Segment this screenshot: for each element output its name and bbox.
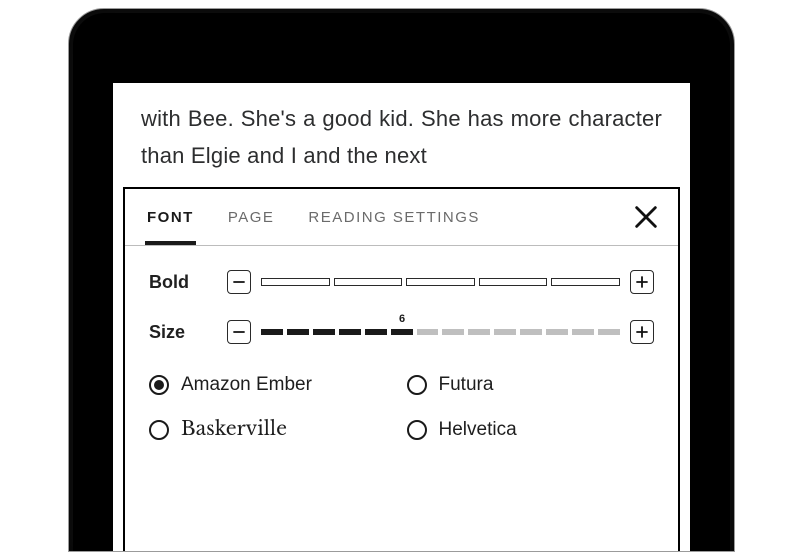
bold-slider-segment	[406, 278, 475, 286]
book-page-text: with Bee. She's a good kid. She has more…	[113, 83, 690, 175]
radio-icon	[149, 375, 169, 395]
size-slider-segment	[572, 329, 594, 335]
bold-slider-segment	[334, 278, 403, 286]
size-slider-segment	[546, 329, 568, 335]
close-icon[interactable]	[632, 203, 660, 231]
size-slider-segment	[313, 329, 335, 335]
tab-page[interactable]: PAGE	[228, 191, 275, 244]
size-row: Size 6	[149, 320, 654, 344]
tab-reading-settings[interactable]: READING SETTINGS	[308, 191, 480, 244]
font-option-amazon-ember[interactable]: Amazon Ember	[149, 374, 397, 396]
size-value-indicator: 6	[399, 313, 405, 325]
tab-font[interactable]: FONT	[147, 191, 194, 244]
ereader-device-frame: with Bee. She's a good kid. She has more…	[68, 8, 735, 552]
size-slider-segment	[598, 329, 620, 335]
plus-icon	[636, 276, 648, 288]
minus-icon	[233, 326, 245, 338]
size-slider-segment	[442, 329, 464, 335]
size-slider-segment	[494, 329, 516, 335]
bold-slider-segment	[551, 278, 620, 286]
bold-slider[interactable]	[261, 278, 620, 286]
font-panel-body: Bold Size 6	[125, 246, 678, 441]
ereader-screen: with Bee. She's a good kid. She has more…	[113, 83, 690, 551]
font-option-label: Amazon Ember	[181, 374, 312, 396]
size-increase-button[interactable]	[630, 320, 654, 344]
font-option-helvetica[interactable]: Helvetica	[407, 418, 655, 441]
radio-icon	[149, 420, 169, 440]
size-slider-segment	[468, 329, 490, 335]
size-slider-segment	[391, 329, 413, 335]
size-slider-segment	[339, 329, 361, 335]
font-option-label: Futura	[439, 374, 494, 396]
size-slider-segment	[520, 329, 542, 335]
bold-label: Bold	[149, 272, 227, 293]
bold-slider-segment	[479, 278, 548, 286]
font-family-options: Amazon Ember Futura Baskerville Helvetica	[149, 370, 654, 441]
radio-icon	[407, 420, 427, 440]
size-slider-segment	[261, 329, 283, 335]
bold-decrease-button[interactable]	[227, 270, 251, 294]
device-bezel: with Bee. She's a good kid. She has more…	[73, 13, 730, 551]
size-label: Size	[149, 322, 227, 343]
size-slider[interactable]: 6	[261, 329, 620, 335]
display-settings-panel: FONT PAGE READING SETTINGS Bold	[123, 187, 680, 551]
bold-row: Bold	[149, 270, 654, 294]
radio-icon	[407, 375, 427, 395]
font-option-label: Baskerville	[181, 418, 287, 441]
settings-tabs: FONT PAGE READING SETTINGS	[125, 189, 678, 246]
bold-slider-segment	[261, 278, 330, 286]
font-option-futura[interactable]: Futura	[407, 374, 655, 396]
size-slider-segment	[417, 329, 439, 335]
font-option-label: Helvetica	[439, 419, 517, 441]
font-option-baskerville[interactable]: Baskerville	[149, 418, 397, 441]
bold-increase-button[interactable]	[630, 270, 654, 294]
plus-icon	[636, 326, 648, 338]
minus-icon	[233, 276, 245, 288]
size-decrease-button[interactable]	[227, 320, 251, 344]
size-slider-segment	[287, 329, 309, 335]
size-slider-segment	[365, 329, 387, 335]
